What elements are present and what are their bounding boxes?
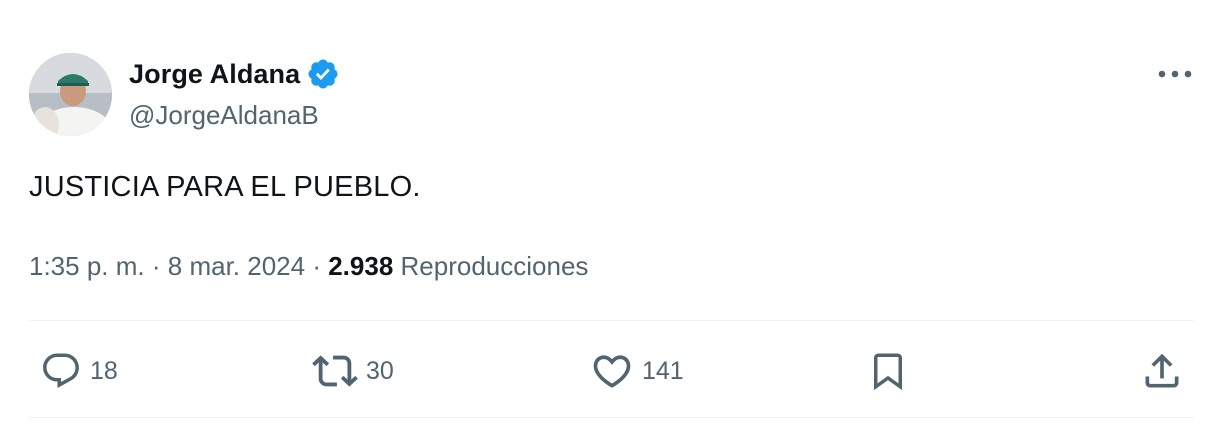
like-count: 141 [642, 356, 684, 385]
views-label: Reproducciones [400, 251, 589, 281]
heart-icon [593, 355, 631, 388]
tweet-text: JUSTICIA PARA EL PUEBLO. [29, 171, 421, 203]
divider [29, 320, 1194, 321]
retweet-icon [312, 355, 358, 387]
retweet-button[interactable]: 30 [312, 348, 394, 394]
share-button[interactable] [1140, 348, 1184, 394]
meta-separator: · [151, 251, 161, 281]
author-name[interactable]: Jorge Aldana [129, 59, 300, 90]
retweet-count: 30 [366, 356, 394, 385]
tweet-date[interactable]: 8 mar. 2024 [168, 251, 305, 281]
author-handle[interactable]: @JorgeAldanaB [129, 100, 319, 131]
more-options-button[interactable] [1155, 60, 1195, 88]
author-name-row[interactable]: Jorge Aldana [129, 56, 340, 92]
divider [29, 417, 1194, 418]
avatar[interactable] [29, 53, 112, 136]
bookmark-button[interactable] [867, 348, 909, 394]
like-button[interactable]: 141 [590, 348, 684, 394]
verified-badge-icon [308, 59, 338, 89]
reply-count: 18 [90, 356, 118, 385]
tweet-time[interactable]: 1:35 p. m. [29, 251, 145, 281]
more-horizontal-icon [1158, 70, 1192, 78]
avatar-photo [29, 53, 112, 136]
tweet-meta: 1:35 p. m. · 8 mar. 2024 · 2.938 Reprodu… [29, 251, 588, 282]
share-upload-icon [1145, 353, 1179, 388]
reply-bubble-icon [43, 353, 79, 388]
views-count: 2.938 [328, 251, 394, 281]
reply-button[interactable]: 18 [40, 348, 118, 394]
meta-separator: · [312, 251, 321, 281]
bookmark-icon [874, 353, 902, 391]
